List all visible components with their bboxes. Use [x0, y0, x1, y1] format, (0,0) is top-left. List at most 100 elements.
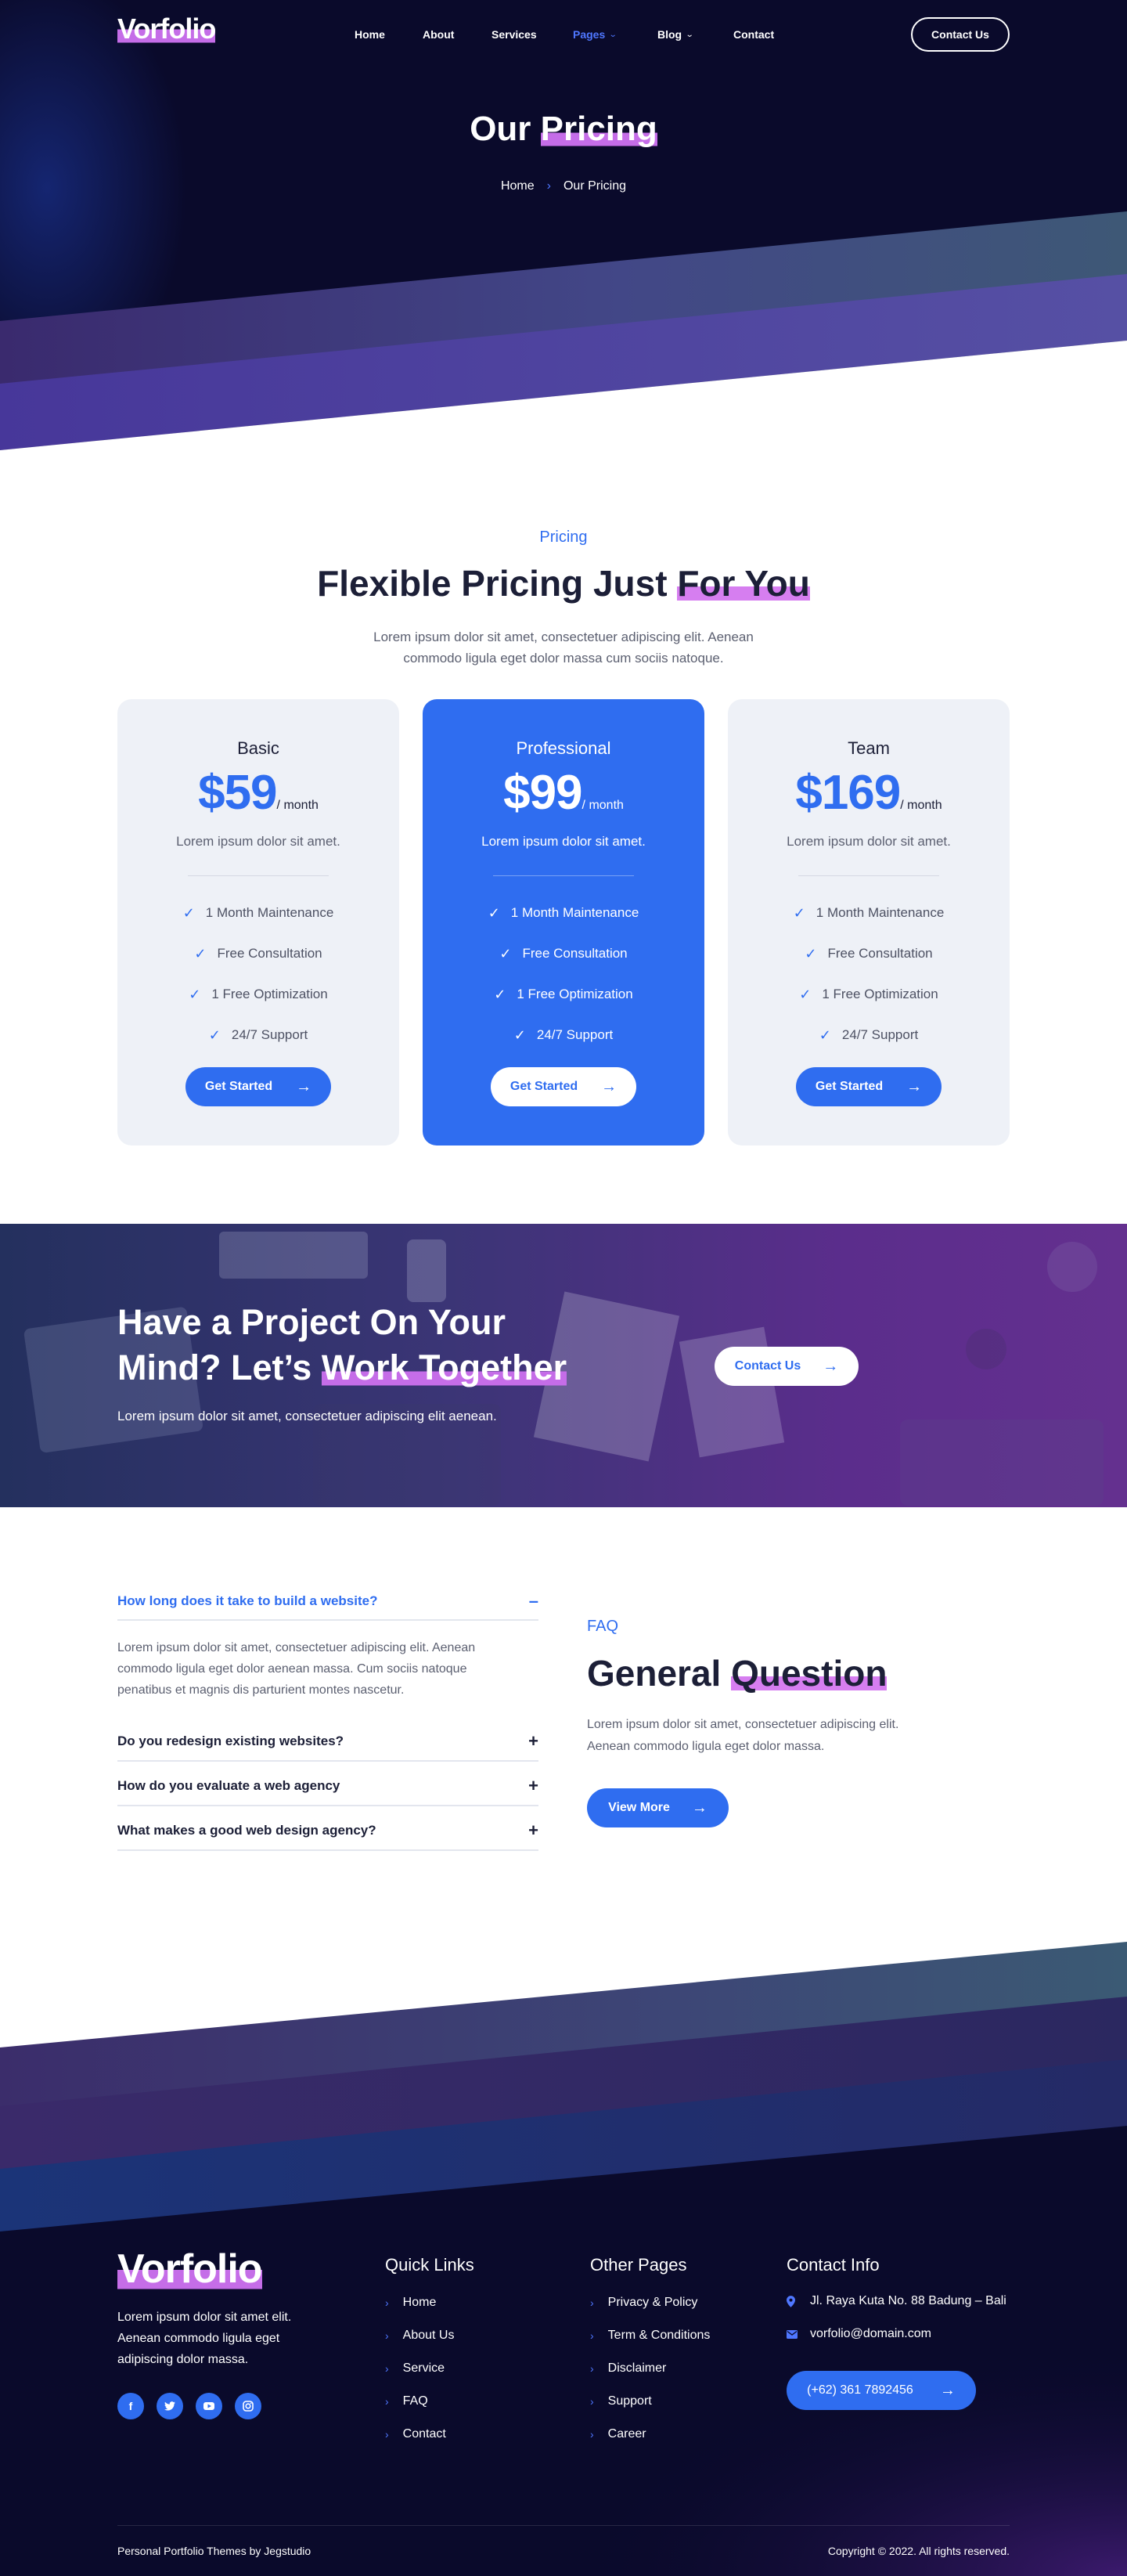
faq-question-4[interactable]: What makes a good web design agency? +	[117, 1820, 538, 1841]
divider	[493, 875, 634, 876]
chevron-right-icon: ›	[385, 2296, 389, 2309]
footer-link-service[interactable]: › Service	[385, 2352, 454, 2385]
check-icon: ✓	[194, 945, 207, 961]
pricing-subtitle: Pricing	[539, 529, 588, 546]
plan-name: Basic	[237, 738, 279, 758]
faq-question-3[interactable]: How do you evaluate a web agency +	[117, 1776, 538, 1796]
chevron-down-icon: ⌄	[608, 30, 618, 39]
footer-link-privacy[interactable]: › Privacy & Policy	[590, 2286, 710, 2319]
check-icon: ✓	[513, 1026, 526, 1043]
footer-description: Lorem ipsum dolor sit amet elit. Aenean …	[117, 2311, 292, 2366]
breadcrumb-home[interactable]: Home	[501, 179, 535, 193]
feature-item: ✓ 1 Month Maintenance	[488, 904, 639, 921]
footer-divider	[117, 2525, 1010, 2526]
faq-question-1[interactable]: How long does it take to build a website…	[117, 1591, 538, 1611]
footer-copyright: Copyright © 2022. All rights reserved.	[827, 2545, 1010, 2557]
get-started-button[interactable]: Get Started →	[185, 1067, 331, 1106]
pricing-card-professional: Professional $99/ month Lorem ipsum dolo…	[423, 699, 704, 1145]
footer-link-career[interactable]: › Career	[590, 2418, 710, 2451]
chevron-right-icon: ›	[590, 2329, 594, 2342]
arrow-right-icon: →	[906, 1077, 923, 1095]
feature-item: ✓ 1 Free Optimization	[189, 986, 328, 1002]
plus-icon: +	[528, 1731, 538, 1751]
check-icon: ✓	[793, 904, 805, 921]
plan-name: Professional	[516, 738, 611, 758]
get-started-button[interactable]: Get Started →	[491, 1067, 636, 1106]
arrow-right-icon: →	[601, 1077, 618, 1095]
divider	[798, 875, 939, 876]
faq-title: General Question	[587, 1653, 888, 1694]
nav-pages[interactable]: Pages ⌄	[573, 28, 618, 41]
pricing-description: Lorem ipsum dolor sit amet, consectetuer…	[373, 630, 754, 666]
feature-list: ✓ 1 Month Maintenance ✓ Free Consultation …	[117, 893, 399, 1055]
chevron-right-icon: ›	[546, 179, 551, 193]
other-pages-list: › Privacy & Policy › Term & Conditions › Di…	[590, 2286, 710, 2451]
footer-link-faq[interactable]: › FAQ	[385, 2385, 454, 2418]
feature-item: ✓ Free Consultation	[805, 945, 933, 961]
chevron-right-icon: ›	[385, 2395, 389, 2408]
divider	[188, 875, 329, 876]
plan-price: $169/ month	[795, 766, 942, 820]
faq-answer: Lorem ipsum dolor sit amet, consectetuer…	[117, 1641, 476, 1697]
chevron-right-icon: ›	[590, 2395, 594, 2408]
nav-about[interactable]: About	[423, 28, 454, 41]
feature-item: ✓ Free Consultation	[499, 945, 628, 961]
check-icon: ✓	[182, 904, 195, 921]
divider	[117, 1760, 538, 1762]
site-logo[interactable]: Vorfolio	[117, 13, 216, 45]
nav-home[interactable]: Home	[355, 28, 385, 41]
footer-link-home[interactable]: › Home	[385, 2286, 454, 2319]
feature-item: ✓ 24/7 Support	[208, 1026, 308, 1043]
divider	[117, 1805, 538, 1806]
youtube-icon[interactable]	[196, 2393, 222, 2419]
contact-address: Jl. Raya Kuta No. 88 Badung – Bali	[787, 2294, 1006, 2308]
chevron-right-icon: ›	[590, 2296, 594, 2309]
cta-description: Lorem ipsum dolor sit amet, consectetuer…	[117, 1409, 497, 1423]
feature-list: ✓ 1 Month Maintenance ✓ Free Consultation …	[423, 893, 704, 1055]
plus-icon: +	[528, 1820, 538, 1840]
arrow-right-icon: →	[296, 1077, 312, 1095]
view-more-button[interactable]: View More →	[587, 1788, 729, 1827]
breadcrumb-current: Our Pricing	[563, 179, 627, 193]
minus-icon: –	[528, 1591, 538, 1611]
nav-blog[interactable]: Blog ⌄	[657, 28, 694, 41]
nav-services[interactable]: Services	[491, 28, 537, 41]
pricing-title: Flexible Pricing Just For You	[317, 563, 810, 604]
plan-description: Lorem ipsum dolor sit amet.	[176, 834, 340, 849]
footer-link-terms[interactable]: › Term & Conditions	[590, 2319, 710, 2352]
arrow-right-icon: →	[823, 1357, 839, 1375]
phone-button[interactable]: (+62) 361 7892456 →	[787, 2371, 976, 2410]
footer-link-disclaimer[interactable]: › Disclaimer	[590, 2352, 710, 2385]
facebook-icon[interactable]: f	[117, 2393, 144, 2419]
footer-link-about[interactable]: › About Us	[385, 2319, 454, 2352]
footer-link-contact[interactable]: › Contact	[385, 2418, 454, 2451]
feature-item: ✓ 1 Free Optimization	[799, 986, 938, 1002]
check-icon: ✓	[499, 945, 512, 961]
chevron-right-icon: ›	[590, 2362, 594, 2375]
footer-link-support[interactable]: › Support	[590, 2385, 710, 2418]
feature-item: ✓ Free Consultation	[194, 945, 322, 961]
plus-icon: +	[528, 1776, 538, 1795]
get-started-button[interactable]: Get Started →	[796, 1067, 942, 1106]
feature-list: ✓ 1 Month Maintenance ✓ Free Consultation …	[728, 893, 1010, 1055]
feature-item: ✓ 1 Free Optimization	[494, 986, 633, 1002]
pricing-card-basic: Basic $59/ month Lorem ipsum dolor sit a…	[117, 699, 399, 1145]
arrow-right-icon: →	[939, 2381, 956, 2399]
instagram-icon[interactable]	[235, 2393, 261, 2419]
contact-email[interactable]: vorfolio@domain.com	[787, 2327, 931, 2341]
hero-stripes	[0, 211, 1127, 450]
plan-name: Team	[848, 738, 890, 758]
faq-question-2[interactable]: Do you redesign existing websites? +	[117, 1731, 538, 1752]
footer-logo[interactable]: Vorfolio	[117, 2246, 263, 2293]
check-icon: ✓	[488, 904, 500, 921]
hero-section	[0, 0, 1127, 450]
plan-price: $99/ month	[503, 766, 624, 820]
feature-item: ✓ 24/7 Support	[819, 1026, 919, 1043]
cta-contact-button[interactable]: Contact Us →	[715, 1347, 859, 1386]
twitter-icon[interactable]	[157, 2393, 183, 2419]
feature-item: ✓ 24/7 Support	[513, 1026, 614, 1043]
chevron-right-icon: ›	[385, 2362, 389, 2375]
nav-contact[interactable]: Contact	[733, 28, 774, 41]
header-contact-button[interactable]: Contact Us	[911, 17, 1010, 52]
chevron-down-icon: ⌄	[685, 30, 694, 39]
